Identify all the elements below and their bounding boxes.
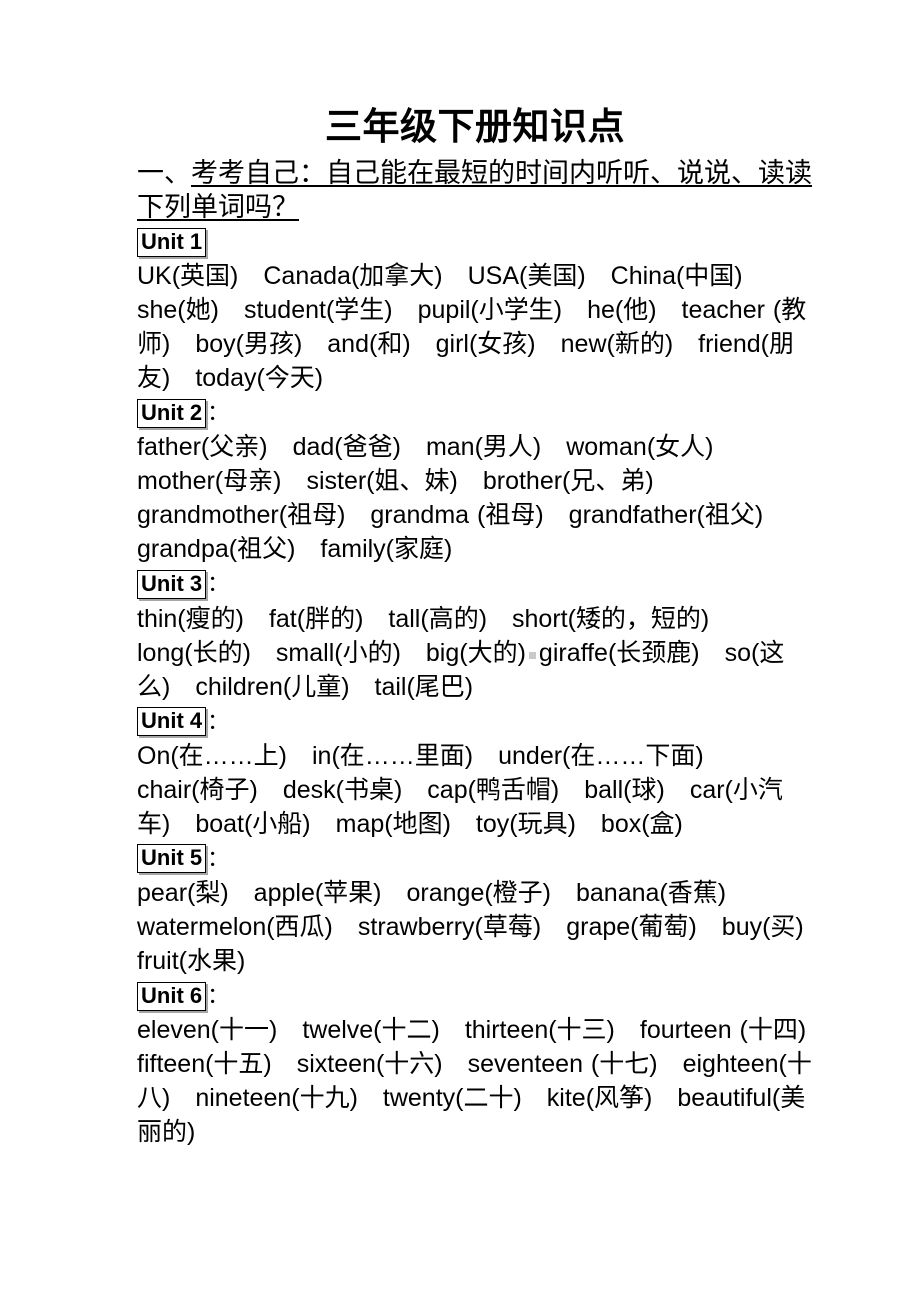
unit-colon-6: ： bbox=[207, 983, 230, 1009]
unit-badge-1: Unit 1 bbox=[137, 227, 207, 257]
anchor-marker-icon bbox=[528, 651, 536, 659]
unit-badge-2: Unit 2 bbox=[137, 398, 207, 428]
unit-label-row-5: Unit 5： bbox=[137, 841, 813, 874]
unit-colon-3: ： bbox=[207, 571, 230, 597]
section-enumeration: 一、 bbox=[137, 158, 191, 188]
word-list-6: eleven(十一) twelve(十二) thirteen(十三) fourt… bbox=[137, 1016, 832, 1147]
unit-block-6: Unit 6： eleven(十一) twelve(十二) thirteen(十… bbox=[137, 978, 832, 1149]
unit-badge-4: Unit 4 bbox=[137, 707, 207, 737]
unit-label-row-4: Unit 4： bbox=[137, 704, 813, 737]
unit-badge-3: Unit 3 bbox=[137, 569, 207, 599]
unit-colon-2: ： bbox=[207, 400, 230, 426]
unit-block-1: Unit 1 UK(英国) Canada(加拿大) USA(美国) China(… bbox=[137, 224, 813, 395]
word-list-4: On(在……上) in(在……里面) under(在……下面) chair(椅子… bbox=[137, 741, 783, 838]
unit-block-5: Unit 5： pear(梨) apple(苹果) orange(橙子) ban… bbox=[137, 841, 829, 978]
page-title: 三年级下册知识点 bbox=[325, 106, 625, 147]
word-list-1: UK(英国) Canada(加拿大) USA(美国) China(中国) she… bbox=[137, 262, 807, 393]
unit-label-row-3: Unit 3： bbox=[137, 566, 813, 599]
unit-block-2: Unit 2： father(父亲) dad(爸爸) man(男人) woman… bbox=[137, 395, 813, 566]
unit-badge-6: Unit 6 bbox=[137, 981, 207, 1011]
unit-label-row-1: Unit 1 bbox=[137, 224, 813, 257]
unit-badge-5: Unit 5 bbox=[137, 844, 207, 874]
unit-colon-1 bbox=[206, 229, 207, 254]
word-list-2: father(父亲) dad(爸爸) man(男人) woman(女人) mot… bbox=[137, 433, 789, 564]
section-heading: 一、考考自己：自己能在最短的时间内听听、说说、读读下列单词吗？ bbox=[137, 150, 813, 224]
unit-colon-4: ： bbox=[207, 708, 230, 734]
word-list-3: thin(瘦的) fat(胖的) tall(高的) short(矮的，短的) l… bbox=[137, 600, 813, 704]
document-content: 三年级下册知识点 一、考考自己：自己能在最短的时间内听听、说说、读读下列单词吗？… bbox=[137, 0, 832, 1149]
unit-label-row-2: Unit 2： bbox=[137, 395, 813, 428]
unit-block-4: Unit 4： On(在……上) in(在……里面) under(在……下面) … bbox=[137, 704, 813, 841]
unit-colon-5: ： bbox=[207, 845, 230, 871]
word-list-5: pear(梨) apple(苹果) orange(橙子) banana(香蕉) … bbox=[137, 879, 829, 976]
document-page: 三年级下册知识点 一、考考自己：自己能在最短的时间内听听、说说、读读下列单词吗？… bbox=[0, 0, 920, 1302]
unit-block-3: Unit 3： thin(瘦的) fat(胖的) tall(高的) short(… bbox=[137, 566, 813, 703]
unit-label-row-6: Unit 6： bbox=[137, 978, 813, 1011]
section-heading-text: 考考自己：自己能在最短的时间内听听、说说、读读下列单词吗？ bbox=[137, 158, 812, 222]
